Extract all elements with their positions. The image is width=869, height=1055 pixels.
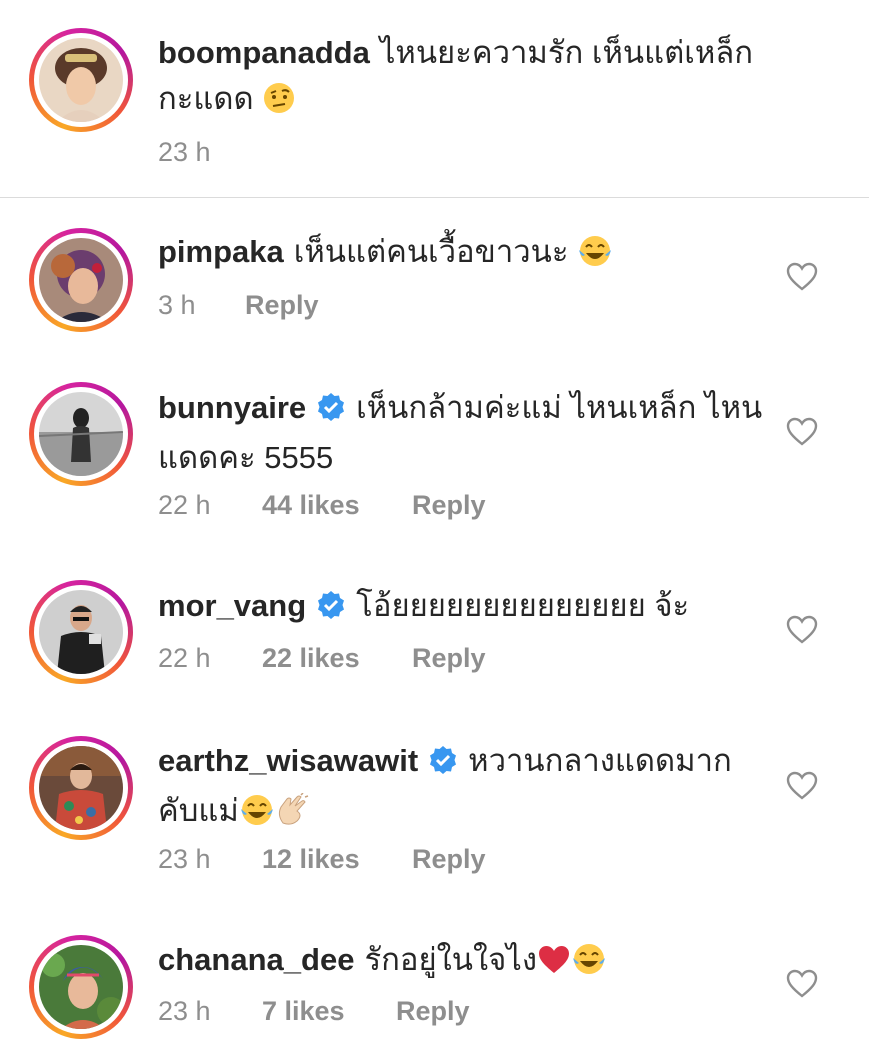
red-heart-icon bbox=[537, 943, 571, 989]
avatar bbox=[39, 392, 123, 476]
comment-body: โอ้ยยยยยยยยยยยยยย จ้ะ bbox=[356, 588, 690, 623]
avatar-ring[interactable] bbox=[29, 382, 133, 486]
comment-username[interactable]: pimpaka bbox=[158, 234, 284, 269]
face-with-raised-eyebrow-icon bbox=[262, 81, 296, 128]
comment-username[interactable]: boompanadda bbox=[158, 35, 370, 70]
comment-likes[interactable]: 22 likes bbox=[262, 643, 412, 674]
reply-button[interactable]: Reply bbox=[396, 996, 470, 1027]
comment-meta: 23 h 7 likes Reply bbox=[158, 996, 470, 1027]
comment-time: 23 h bbox=[158, 844, 211, 874]
avatar-ring[interactable] bbox=[29, 228, 133, 332]
comment-likes[interactable]: 7 likes bbox=[262, 996, 396, 1027]
verified-badge-icon bbox=[316, 389, 346, 435]
verified-badge-icon bbox=[316, 587, 346, 633]
comment-meta: 3 h Reply bbox=[158, 290, 319, 321]
comment-time: 22 h bbox=[158, 490, 211, 520]
divider bbox=[0, 197, 869, 198]
comment-likes[interactable]: 12 likes bbox=[262, 844, 412, 875]
clapping-hands-icon bbox=[275, 792, 309, 840]
comment-username[interactable]: chanana_dee bbox=[158, 942, 354, 977]
avatar-ring[interactable] bbox=[29, 580, 133, 684]
comment-time: 23 h bbox=[158, 996, 211, 1026]
comment-text: pimpaka เห็นแต่คนเวื้อขาวนะ bbox=[158, 229, 778, 281]
like-heart-icon[interactable] bbox=[786, 615, 818, 645]
avatar bbox=[39, 590, 123, 674]
reply-button[interactable]: Reply bbox=[412, 643, 486, 674]
comment-text: earthz_wisawawit หวานกลางแดดมาก คับแม่ bbox=[158, 738, 778, 840]
tears-of-joy-icon bbox=[577, 234, 613, 281]
reply-button[interactable]: Reply bbox=[412, 844, 486, 875]
comment-meta: 23 h 12 likes Reply bbox=[158, 844, 486, 875]
comment-meta: 22 h 22 likes Reply bbox=[158, 643, 486, 674]
tears-of-joy-icon bbox=[239, 793, 275, 840]
like-heart-icon[interactable] bbox=[786, 771, 818, 801]
comment-body: รักอยู่ในใจไง bbox=[364, 942, 537, 977]
comment-likes[interactable]: 44 likes bbox=[262, 490, 412, 521]
like-heart-icon[interactable] bbox=[786, 417, 818, 447]
caption-meta: 23 h bbox=[158, 137, 262, 168]
caption-text: boompanadda ไหนยะความรัก เห็นแต่เหล็ก กะแ… bbox=[158, 30, 778, 128]
comment-text: mor_vang โอ้ยยยยยยยยยยยยยย จ้ะ bbox=[158, 583, 778, 633]
avatar-ring[interactable] bbox=[29, 736, 133, 840]
comment-username[interactable]: mor_vang bbox=[158, 588, 306, 623]
comment-username[interactable]: earthz_wisawawit bbox=[158, 743, 418, 778]
avatar-ring[interactable] bbox=[29, 28, 133, 132]
avatar-ring[interactable] bbox=[29, 935, 133, 1039]
avatar bbox=[39, 238, 123, 322]
reply-button[interactable]: Reply bbox=[245, 290, 319, 321]
avatar bbox=[39, 38, 123, 122]
comment-time: 22 h bbox=[158, 643, 211, 673]
verified-badge-icon bbox=[428, 742, 458, 788]
like-heart-icon[interactable] bbox=[786, 969, 818, 999]
comment-body: เห็นแต่คนเวื้อขาวนะ bbox=[293, 234, 569, 269]
comment-time: 23 h bbox=[158, 137, 211, 167]
avatar bbox=[39, 945, 123, 1029]
avatar bbox=[39, 746, 123, 830]
comment-username[interactable]: bunnyaire bbox=[158, 390, 306, 425]
reply-button[interactable]: Reply bbox=[412, 490, 486, 521]
comment-meta: 22 h 44 likes Reply bbox=[158, 490, 486, 521]
tears-of-joy-icon bbox=[571, 942, 607, 989]
like-heart-icon[interactable] bbox=[786, 262, 818, 292]
comment-text: bunnyaire เห็นกล้ามค่ะแม่ ไหนเหล็ก ไหนแดด… bbox=[158, 385, 778, 481]
comment-text: chanana_dee รักอยู่ในใจไง bbox=[158, 937, 778, 989]
